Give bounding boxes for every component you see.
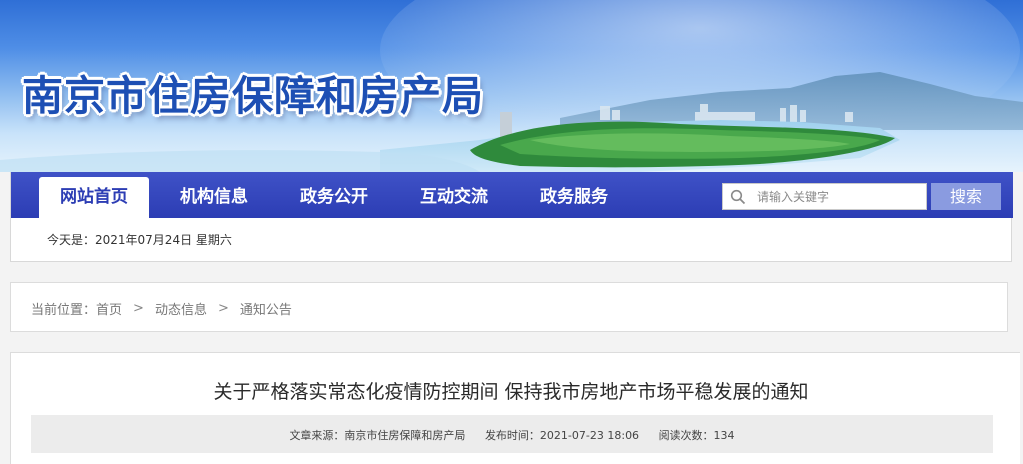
- breadcrumb-item-news[interactable]: 动态信息: [155, 299, 207, 318]
- search-box: [722, 183, 927, 210]
- breadcrumb-item-notices[interactable]: 通知公告: [240, 299, 292, 318]
- main-nav: 网站首页 机构信息 政务公开 互动交流 政务服务 搜索: [11, 172, 1013, 218]
- article-publish-time: 发布时间：2021-07-23 18:06: [484, 429, 640, 442]
- article: 关于严格落实常态化疫情防控期间 保持我市房地产市场平稳发展的通知 文章来源：南京…: [10, 352, 1020, 464]
- nav-item-home[interactable]: 网站首页: [39, 177, 149, 218]
- article-title: 关于严格落实常态化疫情防控期间 保持我市房地产市场平稳发展的通知: [213, 381, 809, 403]
- breadcrumb-item-home[interactable]: 首页: [96, 299, 122, 318]
- article-view-count: 阅读次数：134: [658, 429, 735, 442]
- nav-item-government-affairs[interactable]: 政务公开: [279, 177, 389, 218]
- current-date: 今天是：2021年07月24日 星期六: [47, 233, 232, 247]
- breadcrumb-separator: >: [217, 301, 229, 316]
- nav-item-services[interactable]: 政务服务: [519, 177, 629, 218]
- page: 南京市住房保障和房产局 网站首页 机构信息 政务公开 互动交流 政务服务 搜索 …: [0, 0, 1023, 464]
- nav-item-interaction[interactable]: 互动交流: [399, 177, 509, 218]
- site-title: 南京市住房保障和房产局: [22, 72, 484, 120]
- article-source: 文章来源：南京市住房保障和房产局: [289, 429, 466, 442]
- breadcrumb-separator: >: [133, 301, 144, 316]
- search-icon: [730, 189, 746, 209]
- search-button[interactable]: 搜索: [931, 183, 1001, 210]
- search-input[interactable]: [757, 186, 922, 207]
- article-meta: 文章来源：南京市住房保障和房产局 发布时间：2021-07-23 18:06 阅…: [31, 415, 993, 453]
- nav-item-organization[interactable]: 机构信息: [159, 177, 269, 218]
- nav-panel: 网站首页 机构信息 政务公开 互动交流 政务服务 搜索 今天是：2021年07月…: [10, 172, 1013, 262]
- breadcrumb-prefix: 当前位置：: [31, 303, 97, 318]
- header-banner: 南京市住房保障和房产局: [0, 0, 1023, 172]
- breadcrumb: 当前位置：首页 > 动态信息 > 通知公告: [10, 282, 1008, 332]
